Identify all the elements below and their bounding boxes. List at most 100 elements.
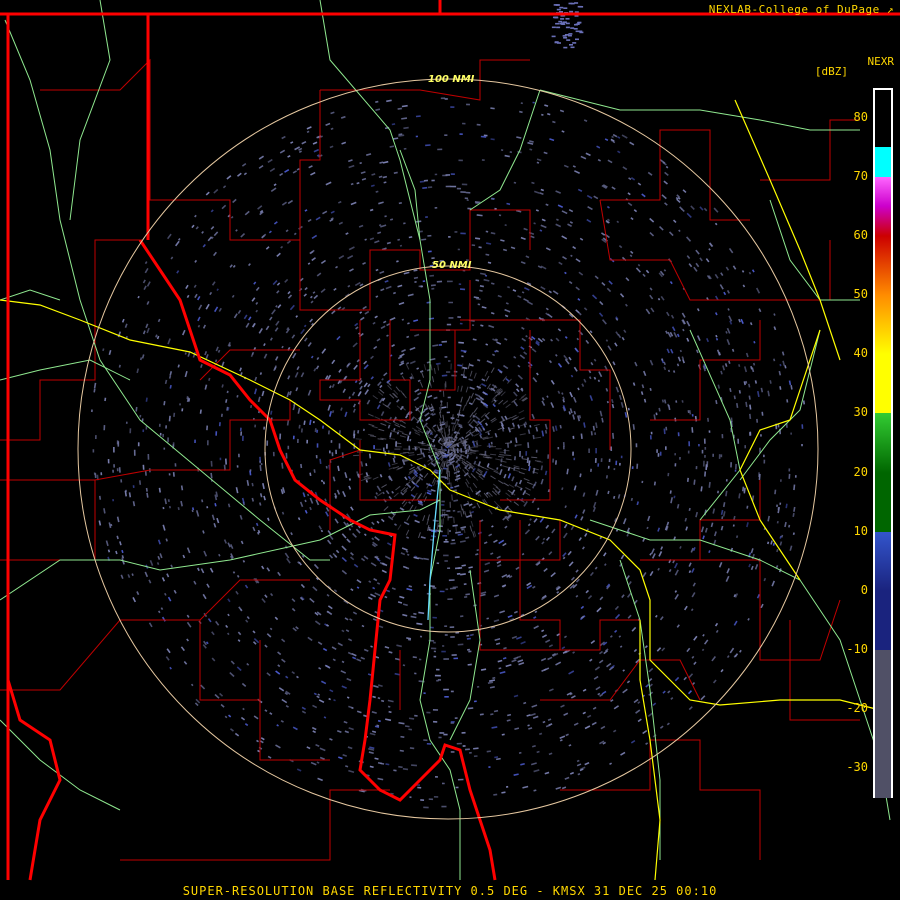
- echo-pixel: [504, 449, 506, 454]
- echo-pixel: [414, 672, 417, 675]
- echo-pixel: [167, 437, 169, 443]
- echo-pixel: [547, 454, 550, 459]
- echo-pixel: [439, 590, 445, 593]
- color-scale-segment: [875, 235, 891, 296]
- echo-pixel: [100, 472, 103, 476]
- echo-pixel: [382, 447, 385, 452]
- color-scale-tick-label: 40: [853, 346, 868, 361]
- echo-pixel: [572, 435, 575, 439]
- external-link-icon: ↗: [886, 3, 894, 16]
- echo-pixel: [610, 446, 613, 452]
- echo-pixel: [444, 356, 448, 358]
- color-scale-tick-label: 70: [853, 168, 868, 183]
- echo-pixel: [674, 463, 677, 467]
- ground-clutter: [438, 448, 445, 451]
- credit-link[interactable]: NEXLAB-College of DuPage ↗: [709, 3, 894, 16]
- ground-clutter: [499, 454, 506, 456]
- echo-pixel: [454, 231, 458, 233]
- echo-pixel: [409, 796, 412, 799]
- echo-pixel: [433, 641, 436, 644]
- echo-pixel: [737, 438, 740, 444]
- echo-pixel: [432, 709, 439, 711]
- echo-pixel: [441, 503, 445, 506]
- echo-pixel: [133, 449, 136, 456]
- echo-pixel: [426, 742, 432, 745]
- echo-pixel: [459, 133, 463, 136]
- color-scale-tick-label: 50: [853, 287, 868, 302]
- echo-pixel: [695, 465, 698, 470]
- echo-pixel: [450, 185, 457, 188]
- echo-pixel: [462, 745, 466, 747]
- echo-pixel: [425, 216, 428, 218]
- color-scale-bar: [873, 88, 893, 798]
- echo-pixel: [735, 463, 737, 470]
- echo-pixel: [240, 431, 243, 436]
- echo-pixel: [219, 457, 222, 461]
- echo-pixel: [112, 498, 115, 502]
- echo-pixel: [443, 554, 449, 557]
- echo-pixel: [461, 731, 466, 734]
- color-scale-tick-label: -20: [846, 701, 868, 716]
- echo-pixel: [147, 453, 150, 460]
- echo-pixel: [93, 472, 96, 475]
- echo-pixel: [454, 717, 458, 719]
- echo-pixel: [720, 454, 723, 458]
- echo-pixel: [238, 453, 240, 458]
- echo-pixel: [461, 355, 464, 358]
- echo-pixel: [441, 805, 447, 808]
- echo-pixel: [674, 453, 677, 456]
- color-scale-segment: [875, 147, 891, 177]
- echo-pixel: [445, 538, 448, 541]
- echo-pixel: [448, 530, 451, 532]
- echo-pixel: [456, 742, 462, 745]
- echo-pixel: [306, 439, 309, 444]
- echo-pixel: [718, 454, 721, 459]
- ground-clutter: [450, 482, 452, 489]
- echo-pixel: [423, 739, 428, 742]
- echo-pixel: [287, 445, 290, 450]
- echo-pixel: [444, 695, 449, 698]
- echo-pixel: [749, 432, 751, 436]
- echo-pixel: [417, 786, 422, 789]
- echo-pixel: [113, 464, 115, 468]
- echo-pixel: [137, 442, 140, 447]
- echo-pixel: [436, 668, 440, 671]
- color-scale-segment: [875, 176, 891, 207]
- echo-pixel: [330, 440, 333, 443]
- echo-pixel: [488, 766, 491, 768]
- color-scale-tick-label: -30: [846, 760, 868, 775]
- echo-pixel: [677, 432, 680, 437]
- echo-pixel: [259, 460, 261, 464]
- ground-clutter: [395, 442, 402, 445]
- echo-pixel: [566, 39, 571, 41]
- echo-pixel: [427, 186, 433, 189]
- echo-pixel: [285, 452, 288, 459]
- echo-pixel: [297, 438, 299, 443]
- echo-pixel: [456, 187, 461, 190]
- echo-pixel: [373, 445, 375, 450]
- color-scale-tick-label: 0: [860, 582, 868, 597]
- echo-pixel: [476, 685, 480, 688]
- echo-pixel: [555, 22, 560, 25]
- echo-pixel: [779, 502, 782, 505]
- echo-pixel: [434, 206, 438, 209]
- echo-pixel: [423, 692, 426, 695]
- echo-pixel: [701, 449, 704, 454]
- echo-pixel: [443, 733, 448, 736]
- echo-pixel: [445, 371, 451, 373]
- echo-pixel: [254, 424, 257, 428]
- echo-pixel: [595, 448, 597, 454]
- echo-pixel: [594, 432, 597, 435]
- echo-pixel: [447, 396, 451, 399]
- echo-pixel: [460, 232, 466, 235]
- echo-pixel: [744, 445, 747, 449]
- echo-pixel: [386, 443, 388, 449]
- echo-pixel: [455, 786, 459, 789]
- echo-pixel: [132, 485, 135, 489]
- echo-pixel: [165, 425, 168, 429]
- echo-pixel: [447, 598, 453, 601]
- echo-pixel: [578, 30, 583, 33]
- echo-pixel: [763, 459, 766, 464]
- echo-pixel: [335, 449, 337, 455]
- echo-pixel: [445, 174, 451, 176]
